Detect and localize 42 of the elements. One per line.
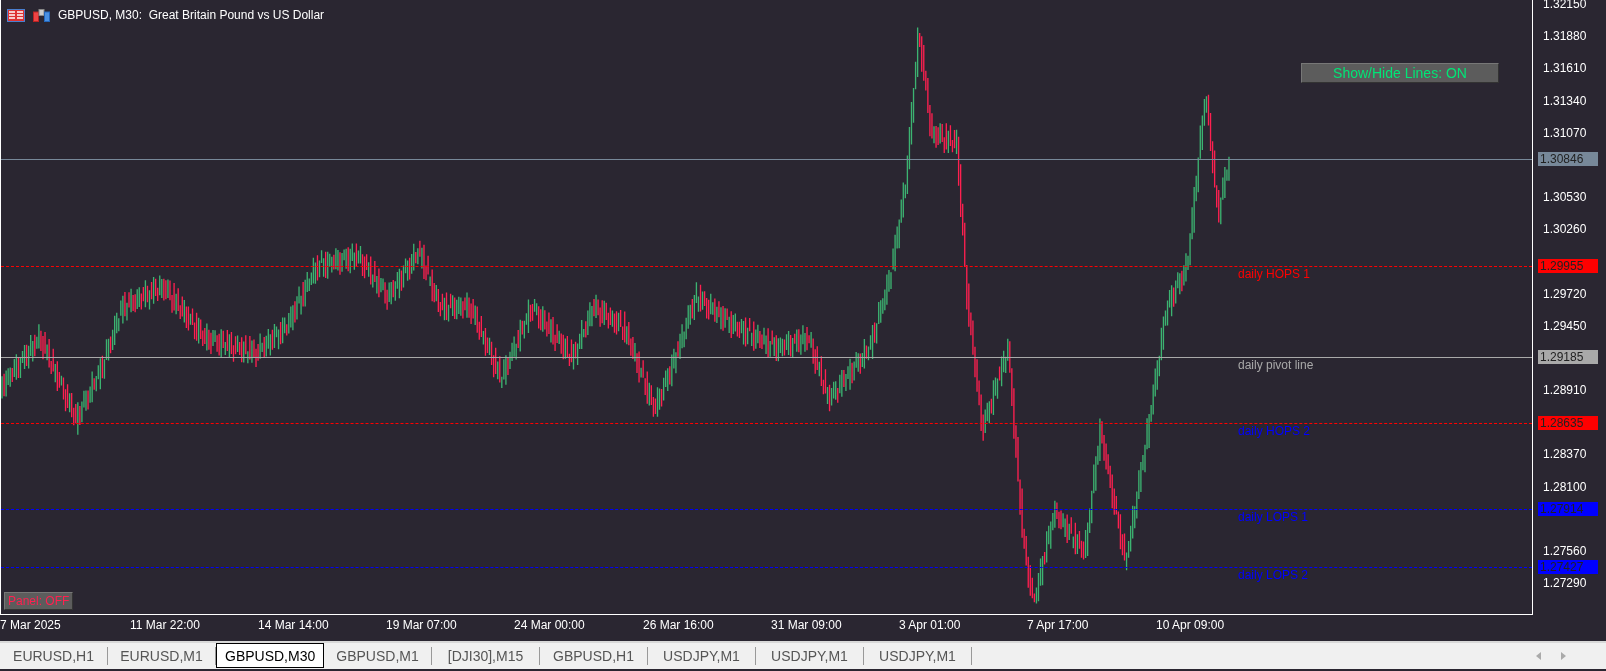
- price-tag: 1.29185: [1538, 350, 1598, 365]
- price-tick: 1.31340: [1542, 93, 1587, 108]
- bar-chart-icon: [33, 8, 50, 22]
- price-tick: 1.28910: [1542, 383, 1587, 397]
- price-tag: 1.27914: [1538, 501, 1598, 516]
- price-tick: 1.31880: [1542, 29, 1587, 44]
- price-tick: 1.27560: [1542, 543, 1587, 558]
- time-tick: 7 Apr 17:00: [1027, 618, 1089, 632]
- price-tick: 1.30260: [1542, 222, 1587, 237]
- window-title: GBPUSD, M30: Great Britain Pound vs US Dollar: [58, 8, 325, 22]
- time-tick: 11 Mar 22:00: [130, 618, 200, 632]
- time-tick: 19 Mar 07:00: [386, 618, 457, 632]
- grid-icon: [7, 8, 25, 22]
- price-tag: 1.28635: [1538, 415, 1598, 430]
- toggle-button[interactable]: Show/Hide Lines: ON: [1301, 63, 1499, 83]
- price-tick: 1.28100: [1542, 479, 1587, 494]
- price-tick: 1.29720: [1542, 286, 1587, 301]
- price-tick: 1.30530: [1542, 190, 1587, 204]
- chart-tab[interactable]: GBPUSD,M30: [216, 643, 324, 668]
- price-tick: 1.31070: [1542, 125, 1587, 140]
- level-label: daily HOPS 1: [1238, 266, 1311, 281]
- price-tick: 1.27290: [1542, 576, 1587, 590]
- level-label: daily LOPS 2: [1238, 567, 1309, 582]
- price-tick: 1.28370: [1542, 447, 1587, 462]
- time-tick: 10 Apr 09:00: [1156, 618, 1225, 632]
- time-tick: 3 Apr 01:00: [899, 618, 961, 632]
- price-tick: 1.31610: [1542, 61, 1587, 76]
- time-tick: 14 Mar 14:00: [258, 618, 329, 632]
- price-tag: 1.27427: [1538, 559, 1598, 574]
- time-tick: 7 Mar 2025: [0, 618, 61, 632]
- time-tick: 24 Mar 00:00: [514, 618, 585, 632]
- level-label: daily LOPS 1: [1238, 509, 1309, 524]
- scroll-right-icon[interactable]: [1560, 652, 1566, 660]
- price-tick: 1.29450: [1542, 318, 1587, 333]
- price-tag: 1.29955: [1538, 258, 1598, 273]
- level-label: daily pivot line: [1238, 358, 1314, 373]
- price-tag: 1.30846: [1538, 152, 1598, 167]
- level-label: daily HOPS 2: [1238, 423, 1311, 438]
- scroll-left-icon[interactable]: [1536, 652, 1542, 660]
- time-tick: 31 Mar 09:00: [771, 618, 842, 632]
- price-tick: 1.32150: [1542, 0, 1587, 11]
- time-tick: 26 Mar 16:00: [643, 618, 714, 632]
